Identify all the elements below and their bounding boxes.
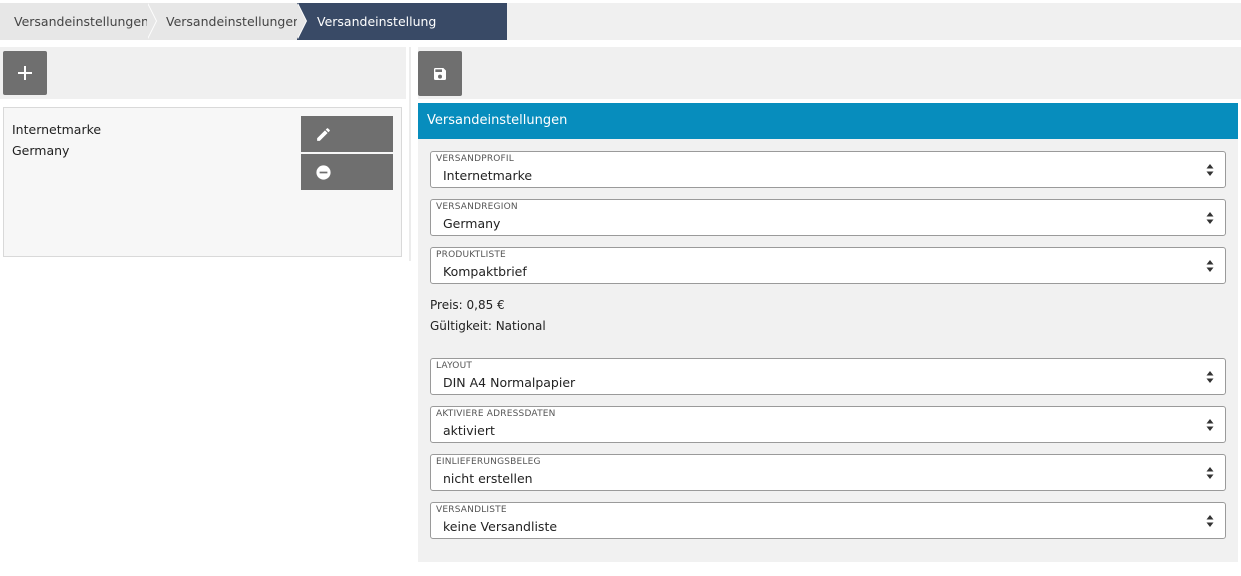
- sort-arrows-icon: [1206, 212, 1214, 224]
- pane-divider[interactable]: [409, 47, 411, 261]
- pencil-icon: [317, 127, 330, 141]
- add-button[interactable]: [3, 51, 47, 95]
- breadcrumb-label: Versandeinstellungen: [166, 14, 301, 29]
- breadcrumb-label: Versandeinstellungen: [14, 14, 149, 29]
- field-label: VERSANDPROFIL: [436, 154, 515, 164]
- field-value: DIN A4 Normalpapier: [443, 375, 576, 390]
- left-toolbar: [0, 47, 406, 99]
- sort-arrows-icon: [1206, 419, 1214, 431]
- panel-title: Versandeinstellungen: [418, 103, 1238, 139]
- floppy-disk-icon: [434, 67, 446, 80]
- field-label: LAYOUT: [436, 361, 473, 371]
- sort-arrows-icon: [1206, 371, 1214, 383]
- card-text: Internetmarke Germany: [12, 119, 101, 161]
- breadcrumb: Versandeinstellungen Versandeinstellunge…: [0, 3, 1241, 66]
- field-label: EINLIEFERUNGSBELEG: [436, 457, 541, 467]
- right-toolbar: [418, 47, 1241, 99]
- address-data-select[interactable]: AKTIVIERE ADRESSDATEN aktiviert: [430, 406, 1226, 443]
- minus-circle-icon: [316, 164, 331, 180]
- layout-select[interactable]: LAYOUT DIN A4 Normalpapier: [430, 358, 1226, 395]
- field-value: aktiviert: [443, 423, 495, 438]
- shipping-list-select[interactable]: VERSANDLISTE keine Versandliste: [430, 502, 1226, 539]
- shipping-setting-card[interactable]: Internetmarke Germany: [3, 107, 402, 257]
- card-region: Germany: [12, 143, 70, 158]
- shipping-profile-select[interactable]: VERSANDPROFIL Internetmarke: [430, 151, 1226, 188]
- breadcrumb-item-1[interactable]: Versandeinstellungen: [0, 3, 157, 40]
- shipping-region-select[interactable]: VERSANDREGION Germany: [430, 199, 1226, 236]
- field-value: Internetmarke: [443, 168, 533, 183]
- field-label: PRODUKTLISTE: [436, 250, 506, 260]
- edit-button[interactable]: [301, 116, 393, 152]
- breadcrumb-item-current: Versandeinstellung bearbeiten: [297, 3, 507, 66]
- field-label: AKTIVIERE ADRESSDATEN: [436, 409, 556, 419]
- sort-arrows-icon: [1206, 164, 1214, 176]
- field-label: VERSANDLISTE: [436, 505, 507, 515]
- settings-panel: Versandeinstellungen VERSANDPROFIL Inter…: [418, 103, 1238, 562]
- sort-arrows-icon: [1206, 260, 1214, 272]
- card-profile: Internetmarke: [12, 122, 102, 137]
- field-label: VERSANDREGION: [436, 202, 518, 212]
- sort-arrows-icon: [1206, 467, 1214, 479]
- plus-icon: [18, 66, 32, 80]
- validity-text: Gültigkeit: National: [430, 319, 546, 333]
- posting-receipt-select[interactable]: EINLIEFERUNGSBELEG nicht erstellen: [430, 454, 1226, 491]
- product-list-select[interactable]: PRODUKTLISTE Kompaktbrief: [430, 247, 1226, 284]
- field-value: Kompaktbrief: [443, 264, 527, 279]
- sort-arrows-icon: [1206, 515, 1214, 527]
- field-value: Germany: [443, 216, 501, 231]
- field-value: nicht erstellen: [443, 471, 533, 486]
- remove-button[interactable]: [301, 154, 393, 190]
- price-text: Preis: 0,85 €: [430, 298, 505, 312]
- field-value: keine Versandliste: [443, 519, 558, 534]
- save-button[interactable]: [418, 51, 462, 96]
- breadcrumb-item-2[interactable]: Versandeinstellungen: [147, 3, 307, 40]
